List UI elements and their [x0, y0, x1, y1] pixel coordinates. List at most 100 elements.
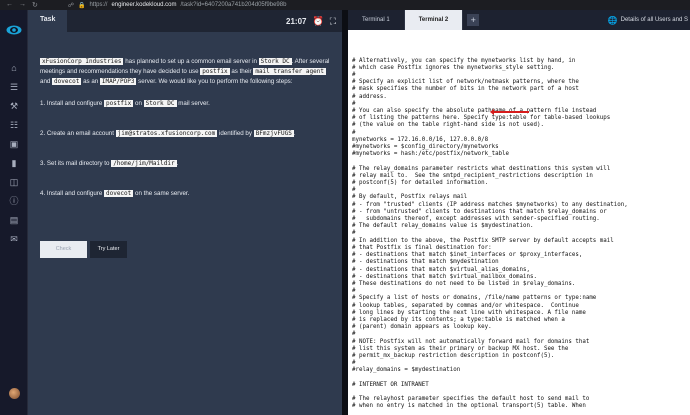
book-icon[interactable]: ▤ [9, 215, 19, 225]
dc-code: Stork DC [258, 58, 292, 65]
task-buttons: Check Try Later [40, 241, 127, 258]
address-bar[interactable]: ☍ 🔒 https://engineer.kodekloud.com/task?… [68, 2, 287, 9]
url-path: /task?id=6407200a741b204d05f9be98b [180, 2, 287, 8]
company-code: xFusionCorp Industries [40, 58, 124, 65]
folder-icon[interactable]: ▣ [9, 139, 19, 149]
terminal-line: # Specify an explicit list of network/ne… [352, 79, 579, 86]
step-code: /home/jim/Maildir [111, 160, 177, 167]
tab-terminal-1[interactable]: Terminal 1 [348, 10, 405, 30]
terminal-line: # relay mail to. See the smtpd_recipient… [352, 172, 593, 179]
terminal-line: # which case Postfix ignores the mynetwo… [352, 64, 555, 71]
terminal-line: # lookup tables, separated by commas and… [352, 302, 579, 309]
intro-text: as their [229, 68, 254, 75]
terminal-line: # Alternatively, you can specify the myn… [352, 57, 576, 64]
terminal-line: # - from "trusted" clients (IP address m… [352, 201, 628, 208]
browser-toolbar: ← → ↻ ☍ 🔒 https://engineer.kodekloud.com… [0, 0, 690, 10]
terminal-line: # - destinations that match $virtual_mai… [352, 273, 537, 280]
certificate-icon[interactable]: ▮ [9, 158, 19, 168]
network-icon[interactable]: ☷ [9, 120, 19, 130]
red-arrow-annotation [490, 109, 529, 115]
terminal-line: # - destinations that match $virtual_ali… [352, 266, 530, 273]
terminal-line: # permit_mx_backup restriction descripti… [352, 352, 555, 359]
terminal-line: # The relay_domains parameter restricts … [352, 165, 611, 172]
terminal-line: # The relayhost parameter specifies the … [352, 396, 590, 403]
task-header: Task 21:07 ⏰ ⛶ [28, 10, 342, 32]
layers-icon[interactable]: ☰ [9, 82, 19, 92]
terminal-line: # [352, 288, 356, 295]
terminal-line: # of listing the patterns here. Specify … [352, 115, 611, 122]
home-icon[interactable]: ⌂ [9, 63, 19, 73]
kodekloud-logo[interactable] [6, 25, 22, 35]
step-3: 3. Set its mail directory to /home/jim/M… [40, 159, 330, 169]
step-text: 3. Set its mail directory to [40, 160, 112, 167]
terminal-line: # NOTE: Postfix will not automatically f… [352, 338, 590, 345]
step-code: dovecot [103, 190, 134, 197]
terminal-line: # that Postfix is final destination for: [352, 244, 492, 251]
terminal-line: # long lines by starting the next line w… [352, 309, 586, 316]
terminal-line: # [352, 331, 356, 338]
mta-code: mail transfer agent [253, 68, 326, 75]
step-text: 4. Install and configure [40, 190, 104, 197]
fullscreen-icon[interactable]: ⛶ [330, 16, 336, 27]
terminal-line: # is replaced by its contents; a type:ta… [352, 316, 565, 323]
chat-icon[interactable]: ✉ [9, 234, 19, 244]
task-tab[interactable]: Task [28, 10, 68, 32]
url-prefix: https:// [89, 2, 108, 8]
step-code: Stork DC [143, 100, 177, 107]
step-text: 1. Install and configure [40, 100, 104, 107]
reload-icon[interactable]: ↻ [32, 1, 38, 9]
step-2: 2. Create an email account jim@stratos.x… [40, 129, 330, 139]
url-host: engineer.kodekloud.com [111, 2, 177, 8]
details-button[interactable]: 🌐 Details of all Users and S [608, 10, 690, 30]
terminal-line: # [352, 187, 356, 194]
terminal-line: # Specify a list of hosts or domains, /f… [352, 295, 597, 302]
terminal-line: # mask specifies the number of bits in t… [352, 86, 579, 93]
terminal-line: # (the value on the table right-hand sid… [352, 122, 544, 129]
forward-icon[interactable]: → [19, 1, 26, 9]
terminal-line: mynetworks = 172.16.0.0/16, 127.0.0.0/8 [352, 136, 489, 143]
terminal-line: # when no entry is matched in the option… [352, 403, 586, 410]
try-later-button[interactable]: Try Later [90, 241, 127, 258]
terminal-line: #relay_domains = $mydestination [352, 367, 461, 374]
step-text: on [133, 100, 144, 107]
step-text: . [293, 130, 296, 137]
back-icon[interactable]: ← [6, 1, 13, 9]
task-intro: xFusionCorp Industries has planned to se… [40, 57, 330, 87]
details-label: Details of all Users and S [620, 17, 688, 23]
postfix-code: postfix [200, 68, 230, 75]
task-panel: Task 21:07 ⏰ ⛶ xFusionCorp Industries ha… [28, 10, 342, 415]
terminal-line: # [352, 72, 356, 79]
terminal-output[interactable]: # Alternatively, you can specify the myn… [348, 30, 690, 415]
terminal-line: # - from "untrusted" clients to destinat… [352, 208, 607, 215]
add-terminal-button[interactable]: + [467, 14, 480, 26]
tools-icon[interactable]: ⚒ [9, 101, 19, 111]
info-icon[interactable]: ⓘ [9, 196, 19, 206]
avatar[interactable] [9, 388, 20, 399]
terminal-panel: Terminal 1 Terminal 2 + 🌐 Details of all… [348, 10, 690, 415]
intro-text: as an [81, 78, 100, 85]
lock-icon: 🔒 [77, 2, 86, 9]
check-button[interactable]: Check [40, 241, 87, 258]
step-code: postfix [103, 100, 134, 107]
tab-terminal-2[interactable]: Terminal 2 [404, 10, 464, 30]
terminal-line: # [352, 100, 356, 107]
terminal-line: # The default relay_domains value is $my… [352, 223, 534, 230]
terminal-line: # address. [352, 93, 387, 100]
terminal-line: # In addition to the above, the Postfix … [352, 237, 614, 244]
intro-text: and [40, 78, 53, 85]
step-code: jim@stratos.xfusioncorp.com [115, 130, 218, 137]
gift-icon[interactable]: ◫ [9, 177, 19, 187]
terminal-line: # - destinations that match $mydestinati… [352, 259, 499, 266]
terminal-line: # (parent) domain appears as lookup key. [352, 324, 492, 331]
terminal-line: # [352, 360, 356, 367]
step-text: 2. Create an email account [40, 130, 116, 137]
alarm-icon[interactable]: ⏰ [312, 16, 323, 27]
intro-text: server. We would like you to perform the… [136, 78, 293, 85]
browser-nav: ← → ↻ [0, 1, 38, 9]
task-steps: 1. Install and configure postfix on Stor… [40, 99, 330, 199]
intro-text: has planned to set up a common email ser… [123, 58, 259, 65]
terminal-line: # [352, 230, 356, 237]
step-code: BFmzjvFUGS [253, 130, 294, 137]
step-4: 4. Install and configure dovecot on the … [40, 189, 330, 199]
